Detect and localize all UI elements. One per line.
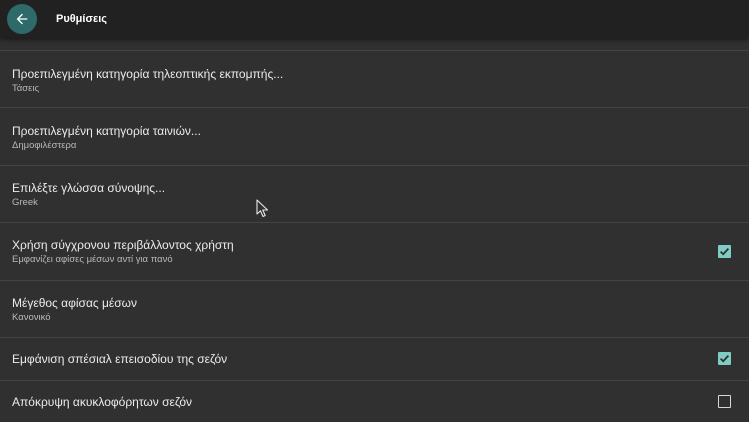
- arrow-left-icon: [16, 13, 28, 25]
- setting-synopsis-language[interactable]: Επιλέξτε γλώσσα σύνοψης... Greek: [0, 166, 749, 223]
- setting-value: Κανονικό: [12, 312, 51, 323]
- app-bar: Ρυθμίσεις: [0, 0, 749, 38]
- setting-description: Εμφανίζει αφίσες μέσων αντί για πανό: [12, 254, 173, 265]
- setting-modern-ui[interactable]: Χρήση σύγχρονου περιβάλλοντος χρήστη Εμφ…: [0, 223, 749, 281]
- setting-default-tv-category[interactable]: Προεπιλεγμένη κατηγορία τηλεοπτικής εκπο…: [0, 51, 749, 108]
- setting-label: Προεπιλεγμένη κατηγορία τηλεοπτικής εκπο…: [12, 67, 284, 81]
- setting-label: Επιλέξτε γλώσσα σύνοψης...: [12, 181, 166, 195]
- setting-label: Χρήση σύγχρονου περιβάλλοντος χρήστη: [12, 238, 234, 252]
- setting-value: Τάσεις: [12, 83, 40, 94]
- back-button[interactable]: [7, 4, 37, 34]
- setting-hide-unreleased[interactable]: Απόκρυψη ακυκλοφόρητων σεζόν: [0, 381, 749, 422]
- modern-ui-checkbox[interactable]: [718, 245, 731, 258]
- setting-label: Απόκρυψη ακυκλοφόρητων σεζόν: [12, 395, 193, 409]
- setting-label: Προεπιλεγμένη κατηγορία ταινιών...: [12, 124, 201, 138]
- setting-label: Εμφάνιση σπέσιαλ επεισοδίου της σεζόν: [12, 352, 228, 366]
- setting-poster-size[interactable]: Μέγεθος αφίσας μέσων Κανονικό: [0, 281, 749, 338]
- setting-show-specials[interactable]: Εμφάνιση σπέσιαλ επεισοδίου της σεζόν: [0, 338, 749, 381]
- hide-unreleased-checkbox[interactable]: [718, 395, 731, 408]
- settings-screen: Ρυθμίσεις Προεπιλεγμένη κατηγορία τηλεοπ…: [0, 0, 749, 422]
- setting-label: Μέγεθος αφίσας μέσων: [12, 296, 138, 310]
- mouse-cursor-icon: [256, 199, 269, 218]
- setting-default-movie-category[interactable]: Προεπιλεγμένη κατηγορία ταινιών... Δημοφ…: [0, 108, 749, 166]
- check-icon: [719, 247, 730, 256]
- page-title: Ρυθμίσεις: [56, 13, 107, 25]
- setting-value: Δημοφιλέστερα: [12, 140, 77, 151]
- show-specials-checkbox[interactable]: [718, 352, 731, 365]
- check-icon: [719, 354, 730, 363]
- setting-value: Greek: [12, 197, 38, 208]
